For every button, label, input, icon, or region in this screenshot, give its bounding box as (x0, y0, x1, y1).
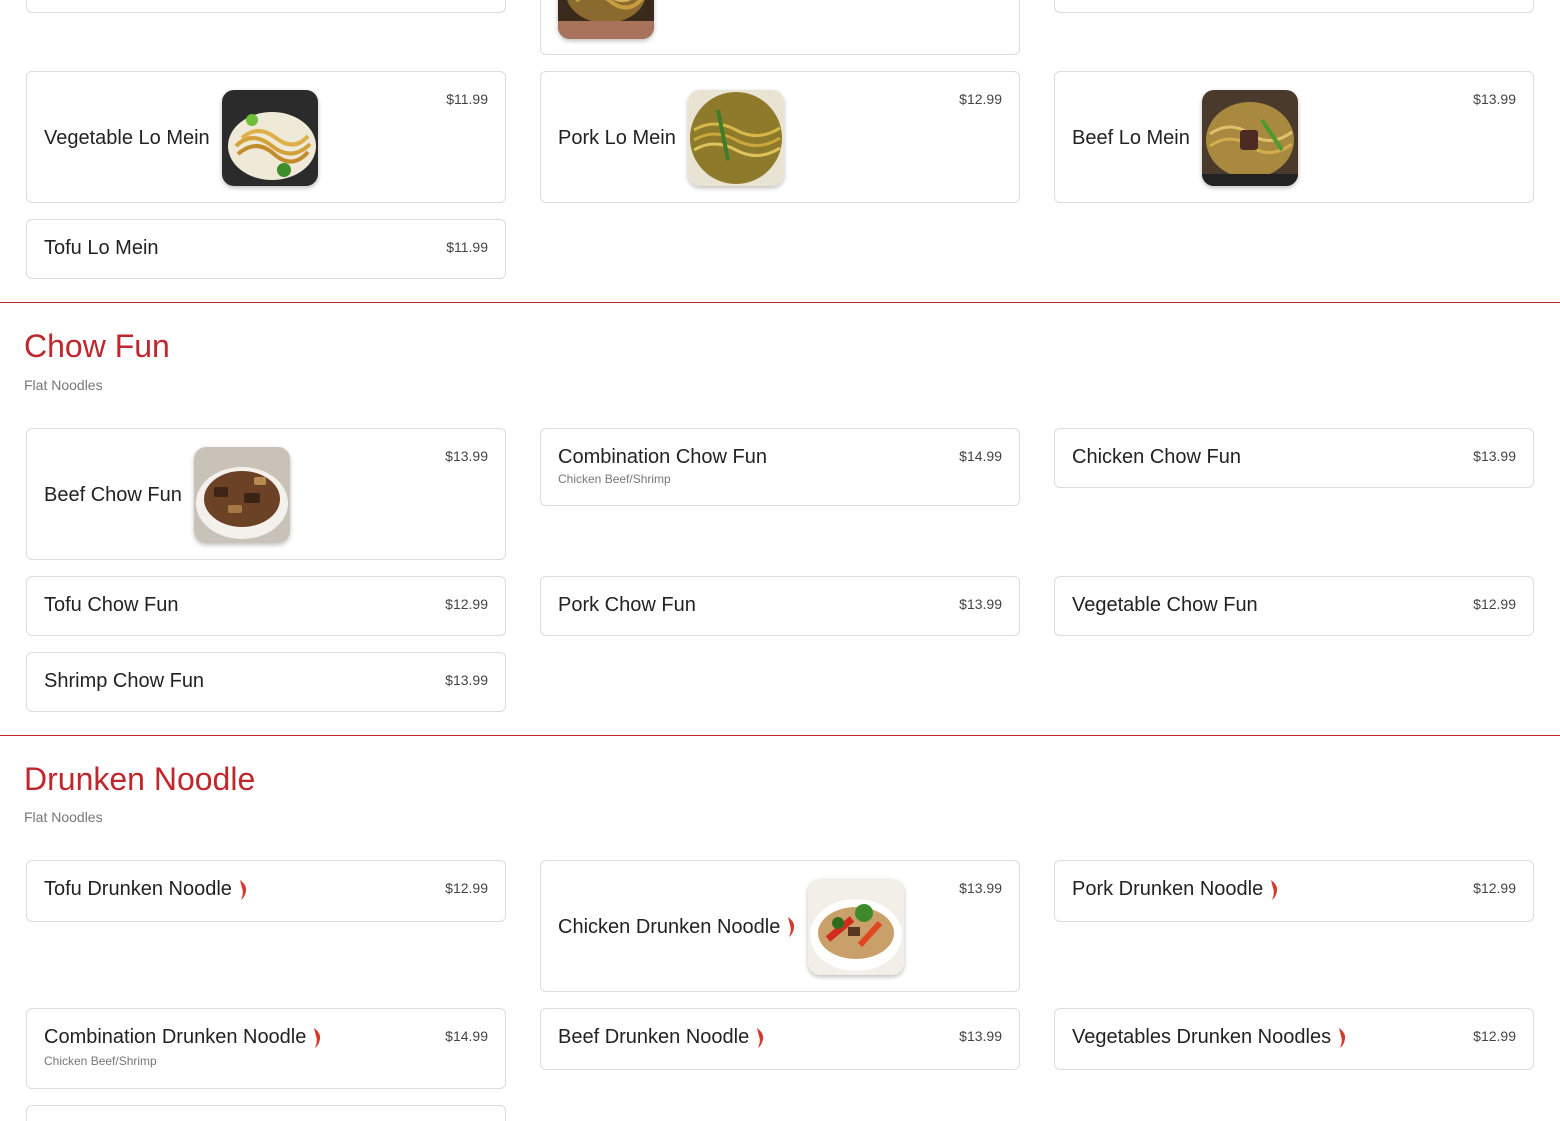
item-price: $13.99 (445, 448, 488, 464)
item-price: $14.99 (445, 1028, 488, 1044)
item-price: $13.99 (959, 880, 1002, 896)
menu-item-card[interactable]: Beef Drunken Noodle $13.99 (540, 1008, 1020, 1070)
section-subtitle: Flat Noodles (24, 809, 103, 825)
menu-item-card[interactable]: Pork Lo Mein $12.99 (540, 71, 1020, 203)
item-name-row: Vegetables Drunken Noodles (1072, 1026, 1347, 1049)
menu-item-card[interactable]: Tofu Chow Fun $12.99 (26, 576, 506, 636)
section-subtitle: Flat Noodles (24, 377, 103, 393)
menu-item-card[interactable]: Vegetable Chow Fun $12.99 (1054, 576, 1534, 636)
item-description: Chicken Beef/Shrimp (44, 1054, 157, 1068)
item-name-row: Chicken Drunken Noodle (558, 879, 905, 975)
item-price: $11.99 (446, 239, 488, 255)
menu-item-card[interactable] (26, 1105, 506, 1121)
section-title: Drunken Noodle (24, 761, 256, 797)
item-name: Beef Chow Fun (44, 483, 182, 506)
item-name-row: Pork Drunken Noodle (1072, 878, 1279, 901)
item-price: $12.99 (445, 596, 488, 612)
item-price: $12.99 (1473, 596, 1516, 612)
item-name-row: Tofu Drunken Noodle (44, 878, 248, 901)
chili-pepper-icon (786, 916, 796, 938)
item-price: $12.99 (1473, 1028, 1516, 1044)
item-name-row: Pork Lo Mein (558, 90, 784, 186)
item-name: Tofu Lo Mein (44, 237, 159, 259)
menu-item-card[interactable]: Tofu Drunken Noodle $12.99 (26, 860, 506, 922)
item-price: $11.99 (446, 91, 488, 107)
item-name: Vegetables Drunken Noodles (1072, 1026, 1332, 1048)
item-price: $14.99 (959, 448, 1002, 464)
dish-photo (808, 879, 905, 975)
item-name: Shrimp Chow Fun (44, 670, 205, 692)
chili-pepper-icon (1269, 879, 1279, 901)
item-price: $13.99 (1473, 448, 1516, 464)
section-title: Chow Fun (24, 328, 170, 364)
item-description: Chicken Beef/Shrimp (558, 472, 671, 486)
menu-item-card[interactable]: Vegetables Drunken Noodles $12.99 (1054, 1008, 1534, 1070)
item-name: Combination Drunken Noodle (44, 1026, 307, 1048)
menu-item-card[interactable]: Beef Chow Fun $13.99 (26, 428, 506, 560)
menu-item-card[interactable]: Combination Drunken Noodle Chicken Beef/… (26, 1008, 506, 1089)
item-price: $13.99 (959, 1028, 1002, 1044)
chili-pepper-icon (238, 879, 248, 901)
menu-item-card[interactable] (1054, 0, 1534, 13)
item-name: Pork Drunken Noodle (1072, 878, 1264, 900)
dish-photo (1201, 90, 1298, 186)
menu-item-card[interactable]: Chicken Drunken Noodle $13.99 (540, 860, 1020, 992)
section-divider (0, 302, 1560, 303)
menu-item-card[interactable]: Tofu Lo Mein $11.99 (26, 219, 506, 279)
menu-item-card[interactable]: Shrimp Chow Fun $13.99 (26, 652, 506, 712)
menu-item-card[interactable]: Pork Chow Fun $13.99 (540, 576, 1020, 636)
item-name: Tofu Chow Fun (44, 594, 179, 616)
dish-photo (193, 447, 290, 543)
item-price: $12.99 (959, 91, 1002, 107)
item-price: $13.99 (959, 596, 1002, 612)
item-name: Beef Drunken Noodle (558, 1026, 750, 1048)
menu-item-card[interactable] (26, 0, 506, 13)
item-name: Vegetable Chow Fun (1072, 594, 1258, 616)
item-name-row: Beef Chow Fun (44, 447, 290, 543)
item-name: Chicken Drunken Noodle (558, 915, 781, 938)
item-price: $13.99 (1473, 91, 1516, 107)
item-name: Combination Chow Fun (558, 446, 767, 468)
item-name: Tofu Drunken Noodle (44, 878, 232, 900)
item-name: Vegetable Lo Mein (44, 126, 210, 149)
menu-item-card[interactable] (540, 0, 1020, 55)
item-price: $12.99 (445, 880, 488, 896)
menu-item-card[interactable]: Combination Chow Fun Chicken Beef/Shrimp… (540, 428, 1020, 506)
item-name-row: Beef Drunken Noodle (558, 1026, 765, 1049)
dish-photo (221, 90, 318, 186)
chili-pepper-icon (755, 1027, 765, 1049)
item-name-row: Beef Lo Mein (1072, 90, 1298, 186)
item-price: $12.99 (1473, 880, 1516, 896)
menu-item-card[interactable]: Chicken Chow Fun $13.99 (1054, 428, 1534, 488)
item-price: $13.99 (445, 672, 488, 688)
menu-item-card[interactable]: Vegetable Lo Mein $11.99 (26, 71, 506, 203)
section-divider (0, 735, 1560, 736)
dish-photo (558, 0, 654, 39)
chili-pepper-icon (312, 1027, 322, 1049)
chili-pepper-icon (1337, 1027, 1347, 1049)
item-name: Pork Chow Fun (558, 594, 696, 616)
dish-photo (687, 90, 784, 186)
menu-item-card[interactable]: Beef Lo Mein $13.99 (1054, 71, 1534, 203)
menu-item-card[interactable]: Pork Drunken Noodle $12.99 (1054, 860, 1534, 922)
item-name: Pork Lo Mein (558, 126, 676, 149)
item-name: Chicken Chow Fun (1072, 446, 1241, 468)
item-name: Beef Lo Mein (1072, 126, 1190, 149)
item-name-row: Combination Drunken Noodle (44, 1026, 322, 1049)
item-name-row: Vegetable Lo Mein (44, 90, 318, 186)
